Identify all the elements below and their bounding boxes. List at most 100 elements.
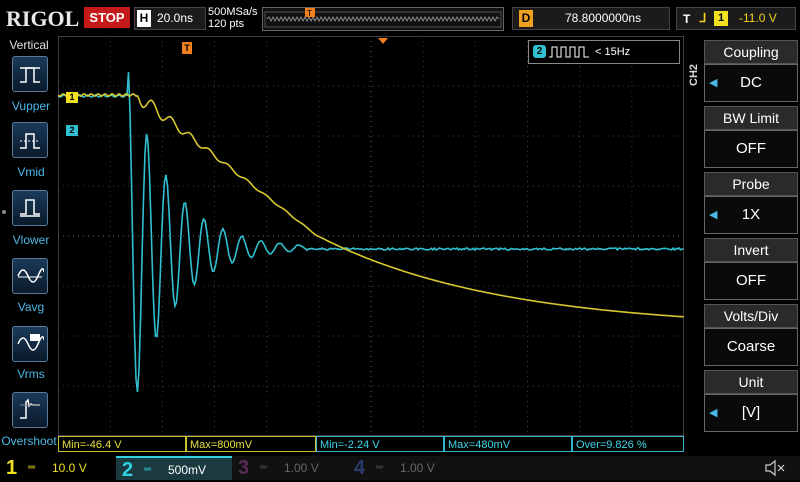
frequency-counter: 2 < 15Hz bbox=[528, 40, 680, 64]
volts-div-header: Volts/Div bbox=[704, 304, 798, 328]
probe-value: 1X bbox=[704, 196, 798, 234]
bw-limit-value: OFF bbox=[704, 130, 798, 168]
coupling-menu-item[interactable]: Coupling DC ◀ bbox=[704, 40, 796, 102]
vlower-label: Vlower bbox=[0, 233, 62, 247]
sample-rate: 500MSa/s bbox=[208, 6, 258, 18]
channel-2-status[interactable]: 2 ═ 500mV bbox=[116, 456, 232, 480]
sidebar-title: Vertical bbox=[0, 38, 58, 52]
vupper-label: Vupper bbox=[0, 99, 62, 113]
dc-coupling-icon: ═ bbox=[260, 456, 267, 480]
vupper-icon bbox=[16, 60, 44, 88]
delay-value: 78.8000000ns bbox=[565, 8, 641, 29]
left-arrow-icon: ◀ bbox=[709, 76, 717, 89]
vrms-icon bbox=[16, 330, 44, 358]
vavg-icon bbox=[16, 262, 44, 290]
falling-edge-icon: ᒧ bbox=[699, 8, 706, 29]
channel-status-bar: 1 ═ 10.0 V 2 ═ 500mV 3 ═ 1.00 V 4 ═ 1.00… bbox=[0, 456, 800, 480]
overshoot-label: Overshoot bbox=[0, 434, 60, 448]
freq-channel-badge: 2 bbox=[533, 45, 546, 58]
dc-coupling-icon: ═ bbox=[376, 456, 383, 480]
timebase-readout[interactable]: H 20.0ns bbox=[134, 7, 206, 30]
vrms-button[interactable] bbox=[12, 326, 48, 362]
measurement-ch1-min[interactable]: Min=-46.4 V bbox=[58, 436, 186, 452]
trigger-prefix: T bbox=[683, 9, 690, 30]
trigger-marker-label: T bbox=[307, 9, 312, 18]
channel-1-scale: 10.0 V bbox=[52, 456, 87, 480]
vrms-label: Vrms bbox=[0, 367, 62, 381]
channel-menu: CH2 Coupling DC ◀ BW Limit OFF Probe 1X … bbox=[686, 36, 800, 456]
frequency-value: < 15Hz bbox=[595, 41, 630, 63]
coupling-header: Coupling bbox=[704, 40, 798, 64]
unit-value: [V] bbox=[704, 394, 798, 432]
invert-menu-item[interactable]: Invert OFF bbox=[704, 238, 796, 300]
probe-header: Probe bbox=[704, 172, 798, 196]
coupling-value: DC bbox=[704, 64, 798, 102]
channel-4-status[interactable]: 4 ═ 1.00 V bbox=[348, 456, 464, 480]
page-dot bbox=[2, 210, 6, 214]
timebase-prefix: H bbox=[137, 10, 151, 27]
unit-header: Unit bbox=[704, 370, 798, 394]
vlower-button[interactable] bbox=[12, 190, 48, 226]
timebase-value: 20.0ns bbox=[157, 11, 193, 25]
delay-readout[interactable]: D 78.8000000ns bbox=[512, 7, 670, 30]
overshoot-icon bbox=[16, 396, 44, 424]
overshoot-button[interactable] bbox=[12, 392, 48, 428]
channel-1-number: 1 bbox=[6, 456, 17, 480]
volts-div-menu-item[interactable]: Volts/Div Coarse bbox=[704, 304, 796, 366]
ch1-offset-marker[interactable]: 1 bbox=[66, 92, 78, 103]
measure-sidebar: Vertical Vupper Vmid Vlower Vavg Vrms Ov… bbox=[0, 36, 58, 456]
channel-3-number: 3 bbox=[238, 456, 249, 480]
measurement-ch1-max[interactable]: Max=800mV bbox=[186, 436, 316, 452]
channel-2-scale: 500mV bbox=[168, 458, 206, 482]
dc-coupling-icon: ═ bbox=[28, 456, 35, 480]
volts-div-value: Coarse bbox=[704, 328, 798, 366]
speaker-muted-icon[interactable] bbox=[764, 459, 786, 477]
waveform-display bbox=[58, 36, 684, 454]
vavg-button[interactable] bbox=[12, 258, 48, 294]
ch1-marker-label: 1 bbox=[69, 92, 74, 102]
dc-coupling-icon: ═ bbox=[144, 458, 151, 482]
top-bar: RIGOL STOP H 20.0ns 500MSa/s 120 pts T D … bbox=[0, 0, 800, 36]
bw-limit-menu-item[interactable]: BW Limit OFF bbox=[704, 106, 796, 168]
menu-channel-label: CH2 bbox=[688, 66, 700, 86]
measurement-ch2-min[interactable]: Min=-2.24 V bbox=[316, 436, 444, 452]
invert-header: Invert bbox=[704, 238, 798, 262]
ch2-offset-marker[interactable]: 2 bbox=[66, 125, 78, 136]
run-stop-status[interactable]: STOP bbox=[84, 7, 130, 28]
waveform-overview: T bbox=[263, 8, 503, 30]
vlower-icon bbox=[16, 194, 44, 222]
channel-1-status[interactable]: 1 ═ 10.0 V bbox=[0, 456, 116, 480]
measurement-ch2-overshoot[interactable]: Over=9.826 % bbox=[572, 436, 684, 452]
rigol-logo: RIGOL bbox=[6, 6, 79, 32]
invert-value: OFF bbox=[704, 262, 798, 300]
probe-menu-item[interactable]: Probe 1X ◀ bbox=[704, 172, 796, 234]
vavg-label: Vavg bbox=[0, 300, 62, 314]
trigger-readout[interactable]: T ᒧ 1 -11.0 V bbox=[676, 7, 796, 30]
vmid-button[interactable] bbox=[12, 122, 48, 158]
unit-menu-item[interactable]: Unit [V] ◀ bbox=[704, 370, 796, 432]
measurement-ch2-max[interactable]: Max=480mV bbox=[444, 436, 572, 452]
left-arrow-icon: ◀ bbox=[709, 208, 717, 221]
channel-3-status[interactable]: 3 ═ 1.00 V bbox=[232, 456, 348, 480]
trigger-position-bar[interactable]: T bbox=[262, 7, 504, 31]
sample-rate-readout: 500MSa/s 120 pts bbox=[208, 6, 258, 30]
channel-3-scale: 1.00 V bbox=[284, 456, 319, 480]
trigger-time-marker[interactable]: T bbox=[182, 42, 192, 54]
measurement-bar: Min=-46.4 V Max=800mV Min=-2.24 V Max=48… bbox=[58, 436, 684, 454]
ch2-marker-label: 2 bbox=[69, 125, 74, 135]
left-arrow-icon: ◀ bbox=[709, 406, 717, 419]
trigger-level: -11.0 V bbox=[739, 8, 777, 29]
vupper-button[interactable] bbox=[12, 56, 48, 92]
vmid-icon bbox=[16, 126, 44, 154]
bw-limit-header: BW Limit bbox=[704, 106, 798, 130]
waveform-grid[interactable]: 1 2 T T 2 < 15Hz bbox=[58, 36, 684, 454]
pulse-icon bbox=[549, 45, 589, 59]
trigger-source: 1 bbox=[714, 11, 728, 26]
trigger-time-label: T bbox=[184, 43, 190, 53]
channel-2-number: 2 bbox=[122, 458, 133, 482]
delay-prefix: D bbox=[519, 10, 533, 27]
memory-points: 120 pts bbox=[208, 18, 258, 30]
channel-4-scale: 1.00 V bbox=[400, 456, 435, 480]
channel-4-number: 4 bbox=[354, 456, 365, 480]
center-marker-icon bbox=[378, 38, 388, 44]
